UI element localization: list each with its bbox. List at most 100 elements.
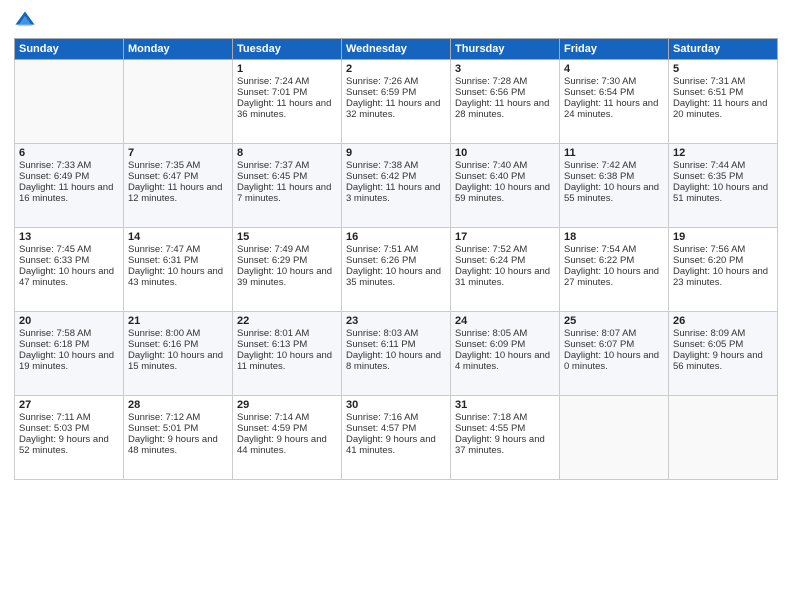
daylight-text: Daylight: 10 hours and 19 minutes.: [19, 350, 119, 372]
day-number: 5: [673, 63, 773, 75]
daylight-text: Daylight: 11 hours and 7 minutes.: [237, 182, 337, 204]
calendar-cell: 16Sunrise: 7:51 AMSunset: 6:26 PMDayligh…: [342, 228, 451, 312]
weekday-header-thursday: Thursday: [451, 39, 560, 60]
calendar-cell: 31Sunrise: 7:18 AMSunset: 4:55 PMDayligh…: [451, 396, 560, 480]
sunset-text: Sunset: 6:33 PM: [19, 255, 119, 266]
day-number: 29: [237, 399, 337, 411]
calendar-cell: 23Sunrise: 8:03 AMSunset: 6:11 PMDayligh…: [342, 312, 451, 396]
sunset-text: Sunset: 4:57 PM: [346, 423, 446, 434]
daylight-text: Daylight: 10 hours and 11 minutes.: [237, 350, 337, 372]
sunrise-text: Sunrise: 7:12 AM: [128, 412, 228, 423]
calendar-cell: 30Sunrise: 7:16 AMSunset: 4:57 PMDayligh…: [342, 396, 451, 480]
sunrise-text: Sunrise: 7:11 AM: [19, 412, 119, 423]
day-number: 4: [564, 63, 664, 75]
calendar-cell: 6Sunrise: 7:33 AMSunset: 6:49 PMDaylight…: [15, 144, 124, 228]
calendar-cell: 20Sunrise: 7:58 AMSunset: 6:18 PMDayligh…: [15, 312, 124, 396]
sunrise-text: Sunrise: 7:45 AM: [19, 244, 119, 255]
daylight-text: Daylight: 11 hours and 28 minutes.: [455, 98, 555, 120]
sunset-text: Sunset: 4:55 PM: [455, 423, 555, 434]
daylight-text: Daylight: 11 hours and 32 minutes.: [346, 98, 446, 120]
calendar-cell: [124, 60, 233, 144]
day-number: 6: [19, 147, 119, 159]
sunrise-text: Sunrise: 7:51 AM: [346, 244, 446, 255]
sunset-text: Sunset: 6:47 PM: [128, 171, 228, 182]
calendar-cell: 26Sunrise: 8:09 AMSunset: 6:05 PMDayligh…: [669, 312, 778, 396]
weekday-header-row: SundayMondayTuesdayWednesdayThursdayFrid…: [15, 39, 778, 60]
sunset-text: Sunset: 6:40 PM: [455, 171, 555, 182]
sunrise-text: Sunrise: 7:31 AM: [673, 76, 773, 87]
calendar-cell: 18Sunrise: 7:54 AMSunset: 6:22 PMDayligh…: [560, 228, 669, 312]
day-number: 2: [346, 63, 446, 75]
day-number: 18: [564, 231, 664, 243]
week-row-5: 27Sunrise: 7:11 AMSunset: 5:03 PMDayligh…: [15, 396, 778, 480]
sunrise-text: Sunrise: 8:07 AM: [564, 328, 664, 339]
sunset-text: Sunset: 6:56 PM: [455, 87, 555, 98]
calendar-cell: 5Sunrise: 7:31 AMSunset: 6:51 PMDaylight…: [669, 60, 778, 144]
daylight-text: Daylight: 10 hours and 59 minutes.: [455, 182, 555, 204]
calendar-cell: 11Sunrise: 7:42 AMSunset: 6:38 PMDayligh…: [560, 144, 669, 228]
day-number: 7: [128, 147, 228, 159]
sunrise-text: Sunrise: 7:30 AM: [564, 76, 664, 87]
sunset-text: Sunset: 6:05 PM: [673, 339, 773, 350]
week-row-4: 20Sunrise: 7:58 AMSunset: 6:18 PMDayligh…: [15, 312, 778, 396]
calendar-cell: 2Sunrise: 7:26 AMSunset: 6:59 PMDaylight…: [342, 60, 451, 144]
weekday-header-monday: Monday: [124, 39, 233, 60]
sunrise-text: Sunrise: 7:52 AM: [455, 244, 555, 255]
calendar-cell: 4Sunrise: 7:30 AMSunset: 6:54 PMDaylight…: [560, 60, 669, 144]
page-header: [14, 10, 778, 32]
sunset-text: Sunset: 6:26 PM: [346, 255, 446, 266]
sunrise-text: Sunrise: 7:24 AM: [237, 76, 337, 87]
sunrise-text: Sunrise: 7:56 AM: [673, 244, 773, 255]
sunrise-text: Sunrise: 7:33 AM: [19, 160, 119, 171]
sunset-text: Sunset: 6:29 PM: [237, 255, 337, 266]
calendar-cell: 7Sunrise: 7:35 AMSunset: 6:47 PMDaylight…: [124, 144, 233, 228]
sunrise-text: Sunrise: 8:01 AM: [237, 328, 337, 339]
sunset-text: Sunset: 6:24 PM: [455, 255, 555, 266]
day-number: 16: [346, 231, 446, 243]
calendar-page: SundayMondayTuesdayWednesdayThursdayFrid…: [0, 0, 792, 612]
weekday-header-friday: Friday: [560, 39, 669, 60]
sunrise-text: Sunrise: 7:40 AM: [455, 160, 555, 171]
day-number: 10: [455, 147, 555, 159]
sunset-text: Sunset: 6:31 PM: [128, 255, 228, 266]
week-row-3: 13Sunrise: 7:45 AMSunset: 6:33 PMDayligh…: [15, 228, 778, 312]
sunset-text: Sunset: 7:01 PM: [237, 87, 337, 98]
daylight-text: Daylight: 9 hours and 44 minutes.: [237, 434, 337, 456]
daylight-text: Daylight: 9 hours and 48 minutes.: [128, 434, 228, 456]
sunset-text: Sunset: 6:54 PM: [564, 87, 664, 98]
daylight-text: Daylight: 10 hours and 43 minutes.: [128, 266, 228, 288]
calendar-cell: 9Sunrise: 7:38 AMSunset: 6:42 PMDaylight…: [342, 144, 451, 228]
calendar-cell: 17Sunrise: 7:52 AMSunset: 6:24 PMDayligh…: [451, 228, 560, 312]
weekday-header-tuesday: Tuesday: [233, 39, 342, 60]
daylight-text: Daylight: 9 hours and 41 minutes.: [346, 434, 446, 456]
sunrise-text: Sunrise: 7:18 AM: [455, 412, 555, 423]
daylight-text: Daylight: 10 hours and 8 minutes.: [346, 350, 446, 372]
day-number: 31: [455, 399, 555, 411]
calendar-cell: 10Sunrise: 7:40 AMSunset: 6:40 PMDayligh…: [451, 144, 560, 228]
week-row-2: 6Sunrise: 7:33 AMSunset: 6:49 PMDaylight…: [15, 144, 778, 228]
calendar-cell: [669, 396, 778, 480]
day-number: 24: [455, 315, 555, 327]
sunset-text: Sunset: 6:42 PM: [346, 171, 446, 182]
calendar-cell: 12Sunrise: 7:44 AMSunset: 6:35 PMDayligh…: [669, 144, 778, 228]
day-number: 11: [564, 147, 664, 159]
daylight-text: Daylight: 9 hours and 52 minutes.: [19, 434, 119, 456]
calendar-cell: 25Sunrise: 8:07 AMSunset: 6:07 PMDayligh…: [560, 312, 669, 396]
sunset-text: Sunset: 6:45 PM: [237, 171, 337, 182]
day-number: 28: [128, 399, 228, 411]
sunset-text: Sunset: 6:09 PM: [455, 339, 555, 350]
day-number: 9: [346, 147, 446, 159]
sunrise-text: Sunrise: 8:09 AM: [673, 328, 773, 339]
day-number: 19: [673, 231, 773, 243]
calendar-cell: 1Sunrise: 7:24 AMSunset: 7:01 PMDaylight…: [233, 60, 342, 144]
daylight-text: Daylight: 10 hours and 35 minutes.: [346, 266, 446, 288]
daylight-text: Daylight: 10 hours and 55 minutes.: [564, 182, 664, 204]
weekday-header-sunday: Sunday: [15, 39, 124, 60]
day-number: 1: [237, 63, 337, 75]
day-number: 17: [455, 231, 555, 243]
sunset-text: Sunset: 6:13 PM: [237, 339, 337, 350]
sunset-text: Sunset: 6:20 PM: [673, 255, 773, 266]
daylight-text: Daylight: 9 hours and 56 minutes.: [673, 350, 773, 372]
sunrise-text: Sunrise: 8:00 AM: [128, 328, 228, 339]
calendar-cell: [15, 60, 124, 144]
